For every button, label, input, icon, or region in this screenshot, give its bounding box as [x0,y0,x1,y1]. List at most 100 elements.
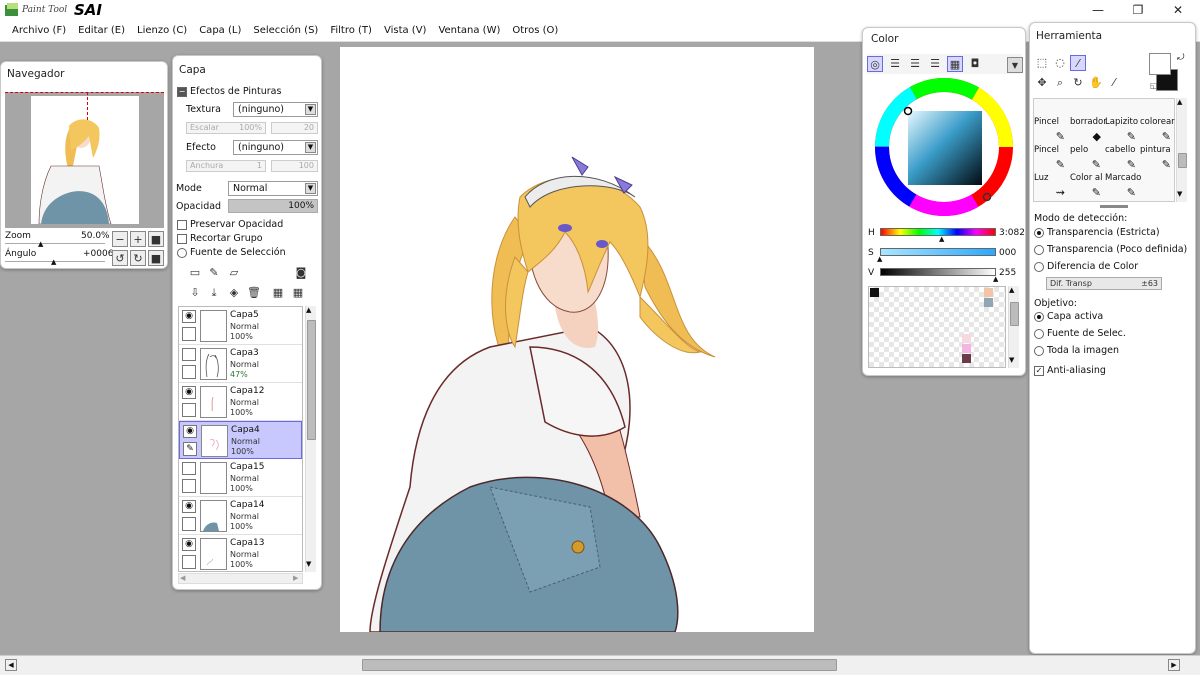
effects-collapse-icon[interactable]: − [177,86,187,97]
effect-select[interactable]: (ninguno) ▼ [233,140,318,155]
scroll-up-icon[interactable]: ▲ [1009,286,1014,294]
detection-option-strict[interactable]: Transparencia (Estricta) [1034,227,1160,238]
clip-group-option[interactable]: Recortar Grupo [177,233,263,244]
lasso-select-icon[interactable]: ◌ [1052,55,1068,71]
eye-hidden-toggle[interactable] [182,348,196,361]
color-menu-chevron-icon[interactable]: ▼ [1007,57,1023,73]
hue-slider[interactable] [880,228,996,236]
layer-edit-toggle[interactable] [182,479,196,493]
layer-list-scrollbar[interactable]: ▲ ▼ [305,306,316,572]
value-slider[interactable] [880,268,996,276]
navigator-preview[interactable] [5,92,164,228]
detection-option-color-diff[interactable]: Diferencia de Color [1034,261,1138,272]
tool-color-al[interactable]: Color al ✎ [1070,173,1105,201]
eye-icon[interactable]: ◉ [182,538,196,551]
menu-archivo[interactable]: Archivo (F) [12,25,66,36]
layer-row-capa13[interactable]: ◉ Capa13 Normal 100% [179,535,302,571]
transparency-diff-slider[interactable]: Dif. Transp ±63 [1046,277,1162,290]
new-linework-layer-icon[interactable]: ✎ [206,265,222,281]
drawing-canvas[interactable] [340,47,814,632]
zoom-slider-thumb[interactable]: ▲ [38,240,43,248]
scroll-down-icon[interactable]: ▼ [306,560,311,568]
clip-group-checkbox[interactable] [177,233,187,244]
panel-splitter[interactable] [1100,205,1128,208]
detection-strict-radio[interactable] [1034,227,1044,238]
rotate-tool-icon[interactable]: ↻ [1070,75,1086,91]
tool-luz[interactable]: Luz ⇝ [1034,173,1069,201]
layer-row-capa14[interactable]: ◉ Capa14 Normal 100% [179,497,302,535]
color-wheel-mode-icon[interactable]: ◎ [867,56,883,72]
eye-icon[interactable]: ◉ [182,386,196,399]
detection-option-loose[interactable]: Transparencia (Poco definida) [1034,244,1187,255]
layer-row-capa15[interactable]: Capa15 Normal 100% [179,459,302,497]
minimize-button[interactable]: — [1078,0,1118,20]
tool-marcado[interactable]: Marcado ✎ [1105,173,1141,201]
layer-edit-toggle[interactable] [182,403,196,417]
tool-pelo[interactable]: pelo ✎ [1070,145,1105,173]
selection-source-radio[interactable] [177,247,187,258]
menu-filtro[interactable]: Filtro (T) [330,25,372,36]
rect-select-icon[interactable]: ⬚ [1034,55,1050,71]
swatch-peach[interactable] [984,288,993,297]
tool-pintura[interactable]: pintura ✎ [1140,145,1175,173]
rotate-reset-icon[interactable]: ■ [148,250,164,266]
menu-lienzo[interactable]: Lienzo (C) [137,25,187,36]
scroll-down-icon[interactable]: ▼ [1009,356,1014,364]
zoom-reset-icon[interactable]: ■ [148,231,164,247]
menu-seleccion[interactable]: Selección (S) [253,25,318,36]
detection-loose-radio[interactable] [1034,244,1044,255]
layer-edit-toggle[interactable] [182,555,196,569]
layer-edit-toggle[interactable] [182,517,196,531]
target-option-active-layer[interactable]: Capa activa [1034,311,1103,322]
tool-grid-scrollbar[interactable]: ▲ ▼ [1176,98,1187,202]
eye-hidden-toggle[interactable] [182,462,196,475]
scroll-left-icon[interactable]: ◀ [5,659,17,671]
preserve-opacity-option[interactable]: Preservar Opacidad [177,219,283,230]
scroll-up-icon[interactable]: ▲ [1177,98,1182,106]
color-wheel[interactable] [874,77,1014,217]
opacity-slider[interactable]: 100% [228,199,318,213]
move-icon[interactable]: ✥ [1034,75,1050,91]
zoom-in-icon[interactable]: + [130,231,146,247]
reset-colors-icon[interactable]: ◱ [1150,81,1158,90]
antialias-checkbox[interactable]: ✓ [1034,365,1044,376]
hand-tool-icon[interactable]: ✋ [1088,75,1104,91]
scroll-right-icon[interactable]: ▶ [293,574,298,582]
scroll-up-icon[interactable]: ▲ [306,306,311,314]
layer-list-hscroll[interactable]: ◀ ▶ [178,573,303,584]
zoom-out-icon[interactable]: − [112,231,128,247]
mixer-mode-icon[interactable]: ☰ [927,56,943,72]
eye-icon[interactable]: ◉ [182,500,196,513]
swatch-light-pink[interactable] [962,334,971,343]
tool-borrador[interactable]: borrador ◆ [1070,117,1107,145]
swatch-black[interactable] [870,288,879,297]
hue-slider-thumb[interactable]: ▲ [939,235,944,243]
layer-row-capa4[interactable]: ◉ ✎ Capa4 Normal 100% [179,421,302,459]
new-layer-icon[interactable]: ▭ [187,265,203,281]
zoom-slider[interactable] [5,243,105,244]
eye-icon[interactable]: ◉ [183,425,197,438]
blend-mode-select[interactable]: Normal ▼ [228,181,318,196]
menu-otros[interactable]: Otros (O) [512,25,558,36]
tool-scroll-thumb[interactable] [1178,153,1187,168]
target-option-whole-image[interactable]: Toda la imagen [1034,345,1119,356]
merge-down-icon[interactable]: ⤓ [206,285,222,301]
eye-icon[interactable]: ◉ [182,310,196,323]
menu-ventana[interactable]: Ventana (W) [438,25,500,36]
canvas-hscroll-thumb[interactable] [362,659,837,671]
tool-pincel-2[interactable]: Pincel ✎ [1034,145,1069,173]
tool-cabello[interactable]: cabello ✎ [1105,145,1140,173]
swatch-blue-gray[interactable] [984,298,993,307]
value-slider-thumb[interactable]: ▲ [993,275,998,283]
layer-scroll-thumb[interactable] [307,320,316,440]
layer-list[interactable]: ◉ Capa5 Normal 100% Capa3 Normal 47% ◉ C… [178,306,303,572]
rotate-right-icon[interactable]: ↻ [130,250,146,266]
tool-colorear[interactable]: colorear ✎ [1140,117,1175,145]
menu-editar[interactable]: Editar (E) [78,25,125,36]
new-folder-icon[interactable]: ▱ [226,265,242,281]
pencil-icon[interactable]: ✎ [183,442,197,456]
menu-vista[interactable]: Vista (V) [384,25,426,36]
scroll-left-icon[interactable]: ◀ [180,574,185,582]
layer-edit-toggle[interactable] [182,327,196,341]
target-selection-source-radio[interactable] [1034,328,1044,339]
